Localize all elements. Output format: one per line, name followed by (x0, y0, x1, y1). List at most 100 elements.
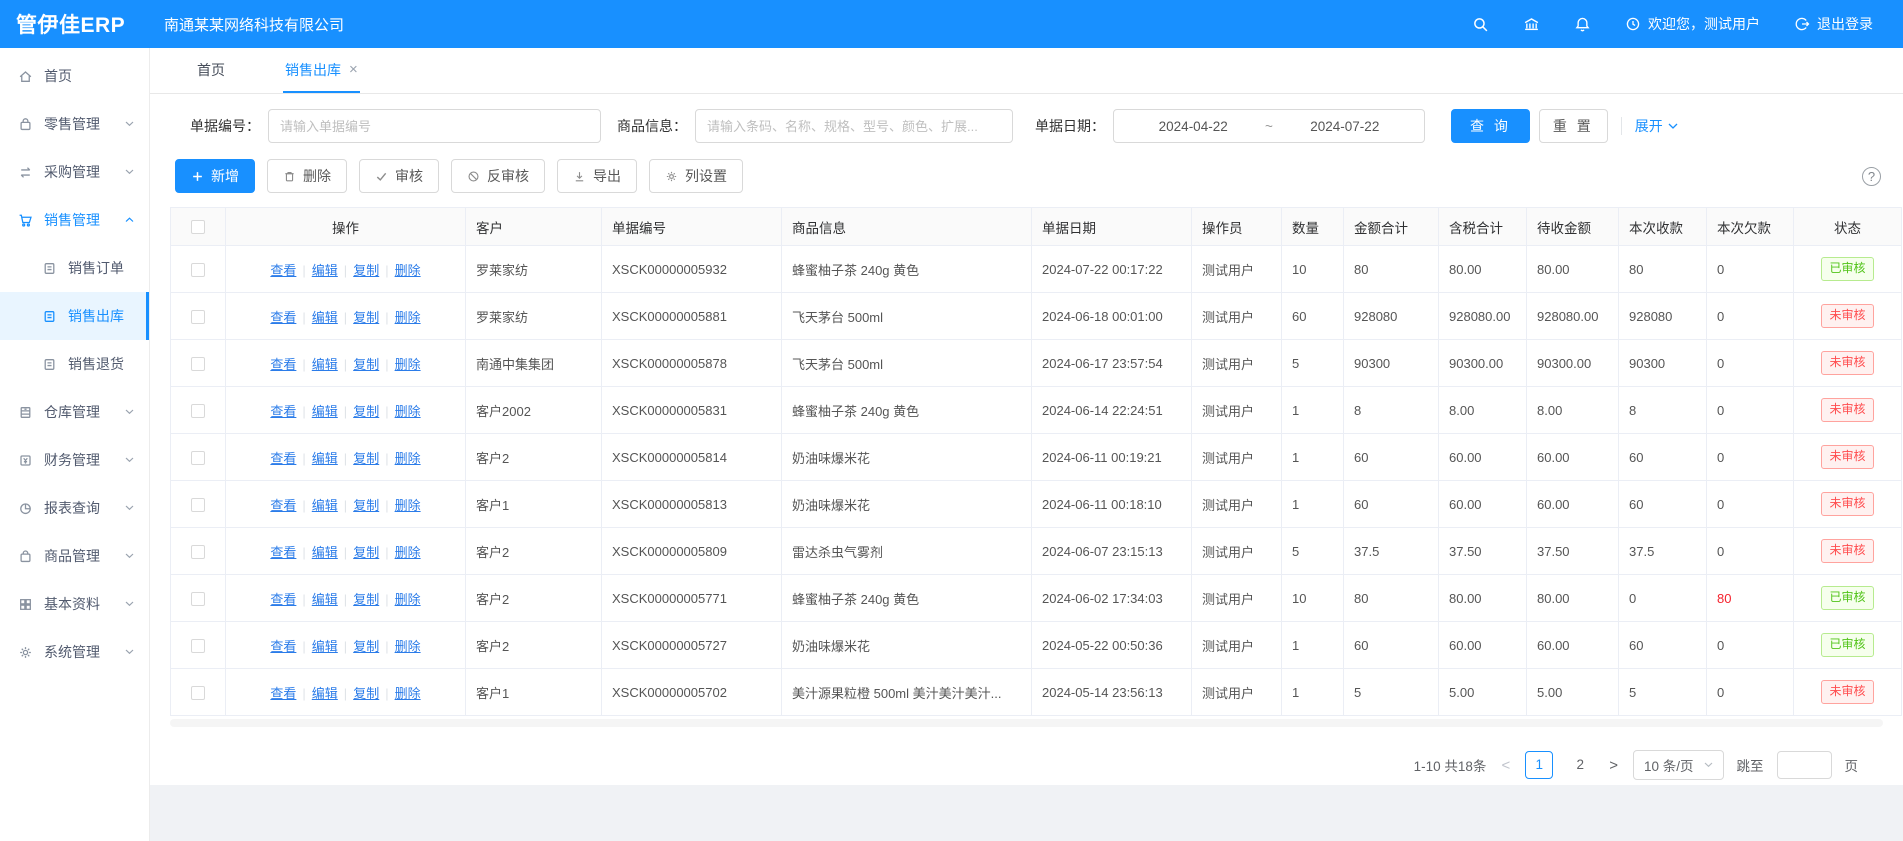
row-action-view[interactable]: 查看 (270, 686, 296, 701)
sidebar-item-sales-return[interactable]: 销售退货 (0, 340, 149, 388)
sidebar-item-goods-management[interactable]: 商品管理 (0, 532, 149, 580)
row-action-edit[interactable]: 编辑 (312, 498, 338, 513)
row-action-copy[interactable]: 复制 (353, 310, 379, 325)
row-action-view[interactable]: 查看 (270, 451, 296, 466)
next-page-button[interactable]: > (1607, 757, 1620, 774)
sidebar-item-retail-management[interactable]: 零售管理 (0, 100, 149, 148)
help-icon[interactable]: ? (1862, 167, 1881, 186)
delete-button[interactable]: 删除 (267, 159, 347, 193)
tab-sales-outbound[interactable]: 销售出库 × (283, 48, 360, 93)
row-action-edit[interactable]: 编辑 (312, 686, 338, 701)
expand-link[interactable]: 展开 (1635, 116, 1678, 136)
add-button[interactable]: 新增 (175, 159, 255, 193)
row-action-copy[interactable]: 复制 (353, 498, 379, 513)
sidebar-item-home[interactable]: 首页 (0, 52, 149, 100)
row-action-view[interactable]: 查看 (270, 545, 296, 560)
page-number-2[interactable]: 2 (1566, 751, 1594, 779)
row-action-edit[interactable]: 编辑 (312, 263, 338, 278)
row-action-edit[interactable]: 编辑 (312, 310, 338, 325)
row-action-edit[interactable]: 编辑 (312, 451, 338, 466)
sidebar-item-basic-data[interactable]: 基本资料 (0, 580, 149, 628)
cell-product: 蜂蜜柚子茶 240g 黄色 (782, 246, 1032, 293)
row-action-view[interactable]: 查看 (270, 498, 296, 513)
row-action-delete[interactable]: 删除 (395, 498, 421, 513)
row-action-copy[interactable]: 复制 (353, 263, 379, 278)
row-checkbox[interactable] (191, 404, 205, 418)
audit-button[interactable]: 审核 (359, 159, 439, 193)
row-checkbox[interactable] (191, 545, 205, 559)
row-action-edit[interactable]: 编辑 (312, 592, 338, 607)
row-action-edit[interactable]: 编辑 (312, 639, 338, 654)
content-area: 首页 销售出库 × 单据编号： 商品信息： 单据日期： 2024-04-22 (150, 48, 1903, 841)
row-action-delete[interactable]: 删除 (395, 545, 421, 560)
row-checkbox[interactable] (191, 357, 205, 371)
row-action-view[interactable]: 查看 (270, 263, 296, 278)
cell-operator: 测试用户 (1192, 246, 1282, 293)
row-action-delete[interactable]: 删除 (395, 263, 421, 278)
cell-checkbox (171, 622, 226, 669)
row-action-delete[interactable]: 删除 (395, 357, 421, 372)
row-action-copy[interactable]: 复制 (353, 357, 379, 372)
bill-no-input[interactable] (268, 109, 601, 143)
chevron-up-icon (125, 217, 134, 223)
row-action-copy[interactable]: 复制 (353, 545, 379, 560)
row-checkbox[interactable] (191, 498, 205, 512)
row-action-view[interactable]: 查看 (270, 404, 296, 419)
row-action-edit[interactable]: 编辑 (312, 404, 338, 419)
app-logo[interactable]: 管伊佳ERP (0, 9, 150, 39)
logout-button[interactable]: 退出登录 (1794, 14, 1873, 34)
close-icon[interactable]: × (349, 62, 358, 77)
row-action-delete[interactable]: 删除 (395, 404, 421, 419)
row-action-view[interactable]: 查看 (270, 357, 296, 372)
bell-icon[interactable] (1574, 16, 1591, 33)
page-number-1[interactable]: 1 (1525, 751, 1553, 779)
row-action-edit[interactable]: 编辑 (312, 357, 338, 372)
product-info-input[interactable] (695, 109, 1013, 143)
sidebar-item-warehouse-management[interactable]: 仓库管理 (0, 388, 149, 436)
row-checkbox[interactable] (191, 263, 205, 277)
row-action-copy[interactable]: 复制 (353, 451, 379, 466)
product-info-label: 商品信息： (617, 116, 687, 136)
horizontal-scrollbar[interactable] (170, 719, 1883, 727)
sidebar-group-sales-management[interactable]: 销售管理 (0, 196, 149, 244)
row-checkbox[interactable] (191, 639, 205, 653)
row-checkbox[interactable] (191, 451, 205, 465)
sidebar-item-system-management[interactable]: 系统管理 (0, 628, 149, 676)
row-action-copy[interactable]: 复制 (353, 686, 379, 701)
row-action-view[interactable]: 查看 (270, 592, 296, 607)
row-action-copy[interactable]: 复制 (353, 404, 379, 419)
row-action-delete[interactable]: 删除 (395, 451, 421, 466)
export-button[interactable]: 导出 (557, 159, 637, 193)
row-action-copy[interactable]: 复制 (353, 639, 379, 654)
search-icon[interactable] (1472, 16, 1489, 33)
sidebar-item-purchase-management[interactable]: 采购管理 (0, 148, 149, 196)
sidebar-item-report-query[interactable]: 报表查询 (0, 484, 149, 532)
row-action-edit[interactable]: 编辑 (312, 545, 338, 560)
cell-owed: 0 (1707, 340, 1794, 387)
sidebar-item-finance-management[interactable]: 财务管理 (0, 436, 149, 484)
tab-home[interactable]: 首页 (195, 48, 227, 93)
row-checkbox[interactable] (191, 310, 205, 324)
row-checkbox[interactable] (191, 686, 205, 700)
prev-page-button[interactable]: < (1499, 757, 1512, 774)
row-action-copy[interactable]: 复制 (353, 592, 379, 607)
building-icon[interactable] (1523, 16, 1540, 33)
column-settings-button[interactable]: 列设置 (649, 159, 743, 193)
row-action-view[interactable]: 查看 (270, 639, 296, 654)
search-button[interactable]: 查 询 (1451, 109, 1530, 143)
row-action-delete[interactable]: 删除 (395, 592, 421, 607)
reset-button[interactable]: 重 置 (1539, 109, 1608, 143)
row-action-delete[interactable]: 删除 (395, 639, 421, 654)
row-action-delete[interactable]: 删除 (395, 310, 421, 325)
sidebar-item-sales-order[interactable]: 销售订单 (0, 244, 149, 292)
welcome-user[interactable]: 欢迎您，测试用户 (1625, 14, 1760, 34)
select-all-checkbox[interactable] (191, 220, 205, 234)
row-checkbox[interactable] (191, 592, 205, 606)
jump-page-input[interactable] (1777, 751, 1832, 779)
page-size-select[interactable]: 10 条/页 (1633, 750, 1724, 780)
unaudit-button[interactable]: 反审核 (451, 159, 545, 193)
sidebar-item-sales-outbound[interactable]: 销售出库 (0, 292, 149, 340)
row-action-delete[interactable]: 删除 (395, 686, 421, 701)
date-range-picker[interactable]: 2024-04-22 ~ 2024-07-22 (1113, 109, 1425, 143)
row-action-view[interactable]: 查看 (270, 310, 296, 325)
